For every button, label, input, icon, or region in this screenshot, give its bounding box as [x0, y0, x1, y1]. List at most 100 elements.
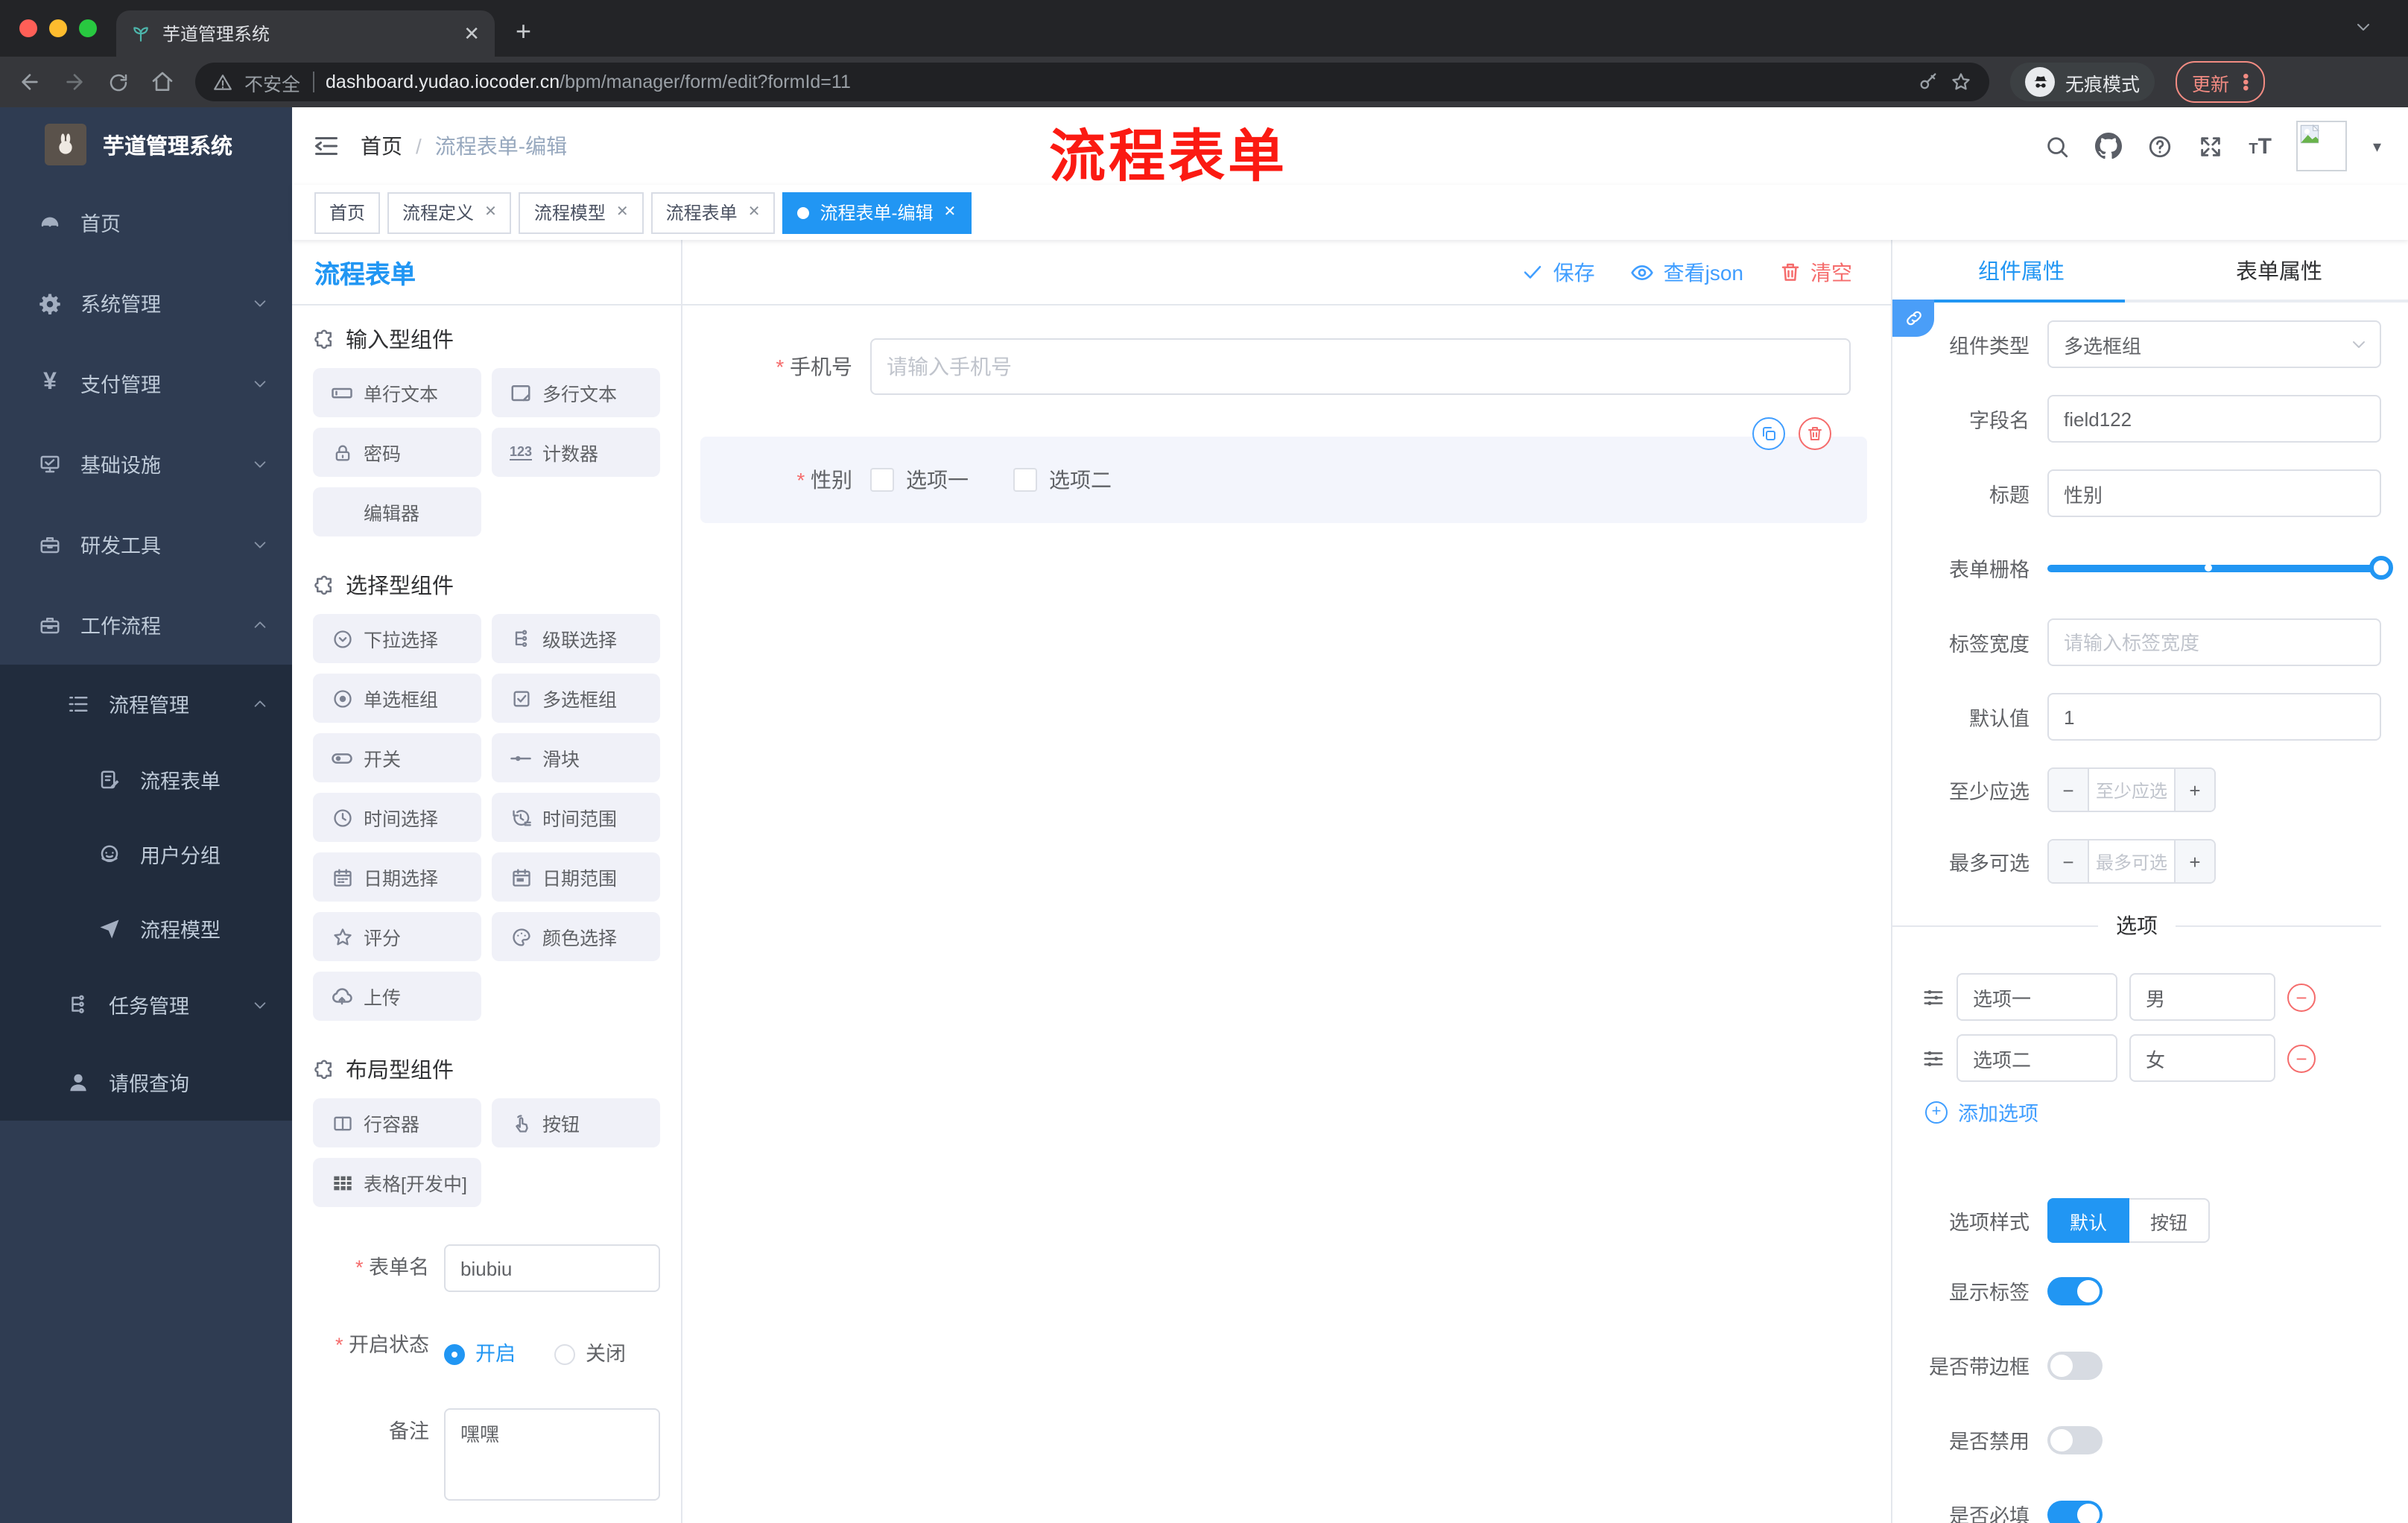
- link-icon[interactable]: [1892, 300, 1934, 337]
- grid-slider[interactable]: [2047, 544, 2393, 592]
- sidebar-item-task-mgmt[interactable]: 任务管理: [0, 966, 292, 1043]
- close-window-button[interactable]: [19, 19, 37, 37]
- browser-tab[interactable]: 芋道管理系统 ✕: [116, 10, 495, 57]
- remove-option-button[interactable]: −: [2287, 1044, 2316, 1072]
- min-select-stepper[interactable]: − 至少应选 +: [2047, 767, 2216, 812]
- font-size-icon[interactable]: TT: [2249, 133, 2272, 159]
- sidebar-item-user-group[interactable]: 用户分组: [0, 817, 292, 891]
- palette-item-time-picker[interactable]: 时间选择: [313, 793, 481, 842]
- view-json-button[interactable]: 查看json: [1631, 257, 1743, 287]
- tab-search-chevron-icon[interactable]: [2354, 18, 2372, 36]
- forward-icon[interactable]: [63, 70, 86, 94]
- palette-item-switch[interactable]: 开关: [313, 733, 481, 782]
- minimize-window-button[interactable]: [49, 19, 67, 37]
- address-bar[interactable]: 不安全 dashboard.yudao.iocoder.cn/bpm/manag…: [195, 63, 1989, 101]
- canvas-field-gender-selected[interactable]: 性别 选项一 选项二: [700, 417, 1867, 523]
- reload-icon[interactable]: [107, 71, 130, 93]
- gender-option1-checkbox[interactable]: 选项一: [870, 465, 969, 495]
- decrement-button[interactable]: −: [2049, 769, 2089, 811]
- sidebar-item-process-form[interactable]: 流程表单: [0, 742, 292, 817]
- title-input[interactable]: [2047, 469, 2381, 517]
- option-label-input[interactable]: [1956, 973, 2117, 1021]
- delete-component-button[interactable]: [1799, 417, 1831, 450]
- tag-close-icon[interactable]: ✕: [943, 204, 956, 221]
- border-toggle[interactable]: [2047, 1351, 2103, 1379]
- sidebar-item-home[interactable]: 首页: [0, 182, 292, 262]
- tab-form-props[interactable]: 表单属性: [2150, 240, 2408, 300]
- avatar[interactable]: [2296, 121, 2348, 171]
- back-icon[interactable]: [18, 70, 42, 94]
- drag-handle-icon[interactable]: [1922, 1047, 1945, 1069]
- tab-close-icon[interactable]: ✕: [463, 22, 480, 45]
- palette-item-row-container[interactable]: 行容器: [313, 1098, 481, 1147]
- slider-track[interactable]: [2047, 556, 2393, 580]
- tag-close-icon[interactable]: ✕: [484, 204, 497, 221]
- sidebar-collapse-icon[interactable]: [313, 133, 340, 159]
- tag-home[interactable]: 首页: [314, 191, 381, 233]
- palette-item-radio-group[interactable]: 单选框组: [313, 674, 481, 723]
- palette-item-rate[interactable]: 评分: [313, 912, 481, 961]
- new-tab-button[interactable]: +: [516, 16, 531, 57]
- palette-item-time-range[interactable]: 时间范围: [492, 793, 660, 842]
- max-select-stepper[interactable]: − 最多可选 +: [2047, 839, 2216, 884]
- sidebar-item-workflow[interactable]: 工作流程: [0, 584, 292, 665]
- tag-process-form[interactable]: 流程表单 ✕: [650, 191, 776, 233]
- palette-item-date-range[interactable]: 日期范围: [492, 852, 660, 902]
- show-label-toggle[interactable]: [2047, 1276, 2103, 1305]
- status-off-radio[interactable]: 关闭: [554, 1340, 626, 1370]
- tag-process-definition[interactable]: 流程定义 ✕: [387, 191, 512, 233]
- sidebar-item-infra[interactable]: 基础设施: [0, 423, 292, 504]
- remove-option-button[interactable]: −: [2287, 983, 2316, 1011]
- status-on-radio[interactable]: 开启: [444, 1340, 516, 1370]
- sidebar-item-devtools[interactable]: 研发工具: [0, 504, 292, 584]
- canvas-field-phone[interactable]: 手机号: [718, 338, 1851, 395]
- maximize-window-button[interactable]: [79, 19, 97, 37]
- sidebar-item-process-mgmt[interactable]: 流程管理: [0, 665, 292, 742]
- min-select-placeholder[interactable]: 至少应选: [2089, 769, 2174, 811]
- tag-close-icon[interactable]: ✕: [748, 204, 761, 221]
- option-value-input[interactable]: [2129, 973, 2275, 1021]
- avatar-caret-icon[interactable]: ▾: [2373, 136, 2381, 156]
- browser-menu-dots-icon[interactable]: • • •: [2243, 67, 2249, 97]
- phone-input[interactable]: [870, 338, 1851, 395]
- form-remark-textarea[interactable]: 嘿嘿: [444, 1408, 660, 1501]
- palette-item-button[interactable]: 按钮: [492, 1098, 660, 1147]
- palette-item-select[interactable]: 下拉选择: [313, 614, 481, 663]
- palette-item-cascader[interactable]: 级联选择: [492, 614, 660, 663]
- component-type-value[interactable]: [2047, 320, 2381, 368]
- breadcrumb-home[interactable]: 首页: [361, 131, 402, 161]
- search-icon[interactable]: [2044, 133, 2070, 159]
- tab-component-props[interactable]: 组件属性: [1892, 240, 2150, 300]
- slider-handle[interactable]: [2369, 556, 2393, 580]
- home-icon[interactable]: [150, 70, 174, 94]
- bookmark-star-icon[interactable]: [1951, 72, 1971, 92]
- copy-component-button[interactable]: [1752, 417, 1785, 450]
- disabled-toggle[interactable]: [2047, 1425, 2103, 1454]
- increment-button[interactable]: +: [2174, 840, 2214, 882]
- palette-item-editor[interactable]: 编辑器: [313, 487, 481, 536]
- add-option-button[interactable]: + 添加选项: [1892, 1097, 2381, 1127]
- sidebar-item-process-model[interactable]: 流程模型: [0, 891, 292, 966]
- sidebar-item-leave-query[interactable]: 请假查询: [0, 1043, 292, 1121]
- sidebar-item-system[interactable]: 系统管理: [0, 262, 292, 343]
- tag-process-form-edit[interactable]: 流程表单-编辑 ✕: [782, 191, 972, 233]
- clear-button[interactable]: 清空: [1779, 257, 1852, 287]
- tag-close-icon[interactable]: ✕: [616, 204, 629, 221]
- github-icon[interactable]: [2095, 133, 2123, 159]
- palette-item-color-picker[interactable]: 颜色选择: [492, 912, 660, 961]
- label-width-input[interactable]: [2047, 618, 2381, 666]
- update-button[interactable]: 更新 • • •: [2176, 61, 2266, 103]
- palette-item-upload[interactable]: 上传: [313, 972, 481, 1021]
- component-type-select[interactable]: [2047, 320, 2381, 368]
- form-name-input[interactable]: [444, 1244, 660, 1292]
- increment-button[interactable]: +: [2174, 769, 2214, 811]
- gender-option2-checkbox[interactable]: 选项二: [1013, 465, 1112, 495]
- drag-handle-icon[interactable]: [1922, 986, 1945, 1008]
- style-default-button[interactable]: 默认: [2047, 1198, 2130, 1243]
- palette-item-single-text[interactable]: 单行文本: [313, 368, 481, 417]
- save-button[interactable]: 保存: [1522, 257, 1595, 287]
- palette-item-slider[interactable]: 滑块: [492, 733, 660, 782]
- palette-item-checkbox-group[interactable]: 多选框组: [492, 674, 660, 723]
- style-button-button[interactable]: 按钮: [2129, 1198, 2211, 1243]
- default-value-input[interactable]: [2047, 693, 2381, 741]
